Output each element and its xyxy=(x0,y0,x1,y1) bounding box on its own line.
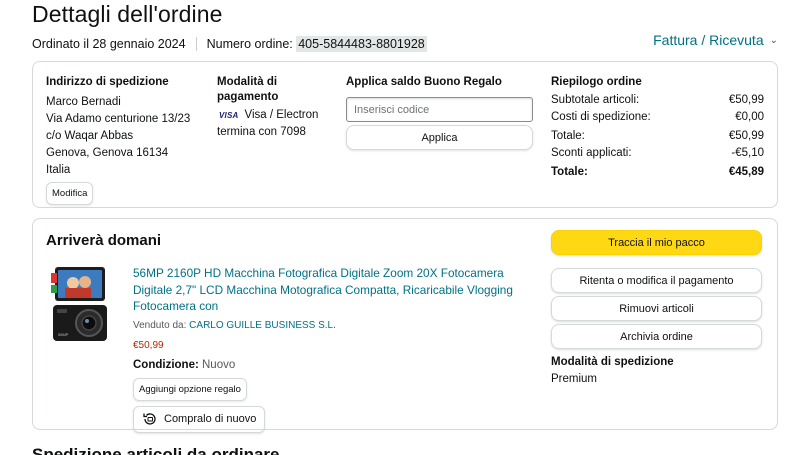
payment-card-line: VISA Visa / Electron xyxy=(217,107,337,124)
meta-divider xyxy=(195,37,197,51)
summary-row-grand-total: Totale: €45,89 xyxy=(551,164,764,181)
seller-line: Venduto da: CARLO GUILLE BUSINESS S.L. xyxy=(133,317,528,334)
address-line: Italia xyxy=(46,164,71,176)
address-block: Marco Bernadi Via Adamo centurione 13/23… xyxy=(46,94,211,179)
payment-method-heading: Modalità di pagamento xyxy=(217,76,279,103)
summary-row-subtotal: Subtotale articoli: €50,99 xyxy=(551,92,764,109)
shipping-method-value: Premium xyxy=(551,373,598,385)
order-date: Ordinato il 28 gennaio 2024 xyxy=(32,37,186,51)
card-type: Visa / Electron xyxy=(244,109,319,121)
order-summary-heading: Riepilogo ordine xyxy=(551,76,642,88)
order-info-card: Indirizzo di spedizione Marco Bernadi Vi… xyxy=(32,61,778,208)
sold-by-label: Venduto da: xyxy=(133,319,187,331)
summary-row-total: Totale: €50,99 xyxy=(551,128,764,145)
product-image[interactable]: 56MP xyxy=(51,265,111,345)
order-number-label: Numero ordine: xyxy=(206,37,293,51)
summary-label: Costi di spedizione: xyxy=(551,111,651,123)
summary-value: €50,99 xyxy=(728,130,764,142)
product-price: €50,99 xyxy=(133,339,164,351)
shipping-method-heading: Modalità di spedizione xyxy=(551,356,674,368)
apply-gift-button[interactable]: Applica xyxy=(346,125,533,150)
summary-value: -€5,10 xyxy=(731,147,764,159)
condition-line: Condizione: Nuovo xyxy=(133,357,528,374)
product-info: 56MP 2160P HD Macchina Fotografica Digit… xyxy=(133,265,528,433)
shipment-card: Arriverà domani 56MP 56MP 2160P HD Macch… xyxy=(32,218,778,433)
buy-again-icon xyxy=(143,413,156,425)
payment-method-section: Modalità di pagamento VISA Visa / Electro… xyxy=(217,75,337,141)
visa-logo-icon: VISA xyxy=(219,111,239,120)
summary-value: €0,00 xyxy=(735,111,764,123)
address-line: Marco Bernadi xyxy=(46,96,121,108)
page-title: Dettagli dell'ordine xyxy=(32,1,223,27)
next-section-heading: Spedizione articoli da ordinare xyxy=(32,445,280,455)
gift-card-heading: Applica saldo Buono Regalo xyxy=(346,76,502,88)
summary-value: €45,89 xyxy=(728,166,764,178)
gift-card-section: Applica saldo Buono Regalo Applica xyxy=(346,75,536,150)
address-line: Via Adamo centurione 13/23 xyxy=(46,113,191,125)
edit-address-button[interactable]: Modifica xyxy=(46,182,94,205)
summary-label: Subtotale articoli: xyxy=(551,94,640,106)
buy-again-label: Compralo di nuovo xyxy=(164,412,257,425)
card-ending: termina con 7098 xyxy=(217,126,306,138)
summary-label: Totale: xyxy=(551,130,585,142)
shipment-actions: Traccia il mio pacco Ritenta o modifica … xyxy=(551,230,762,385)
condition-label: Condizione: xyxy=(133,358,199,371)
buy-again-button[interactable]: Compralo di nuovo xyxy=(133,405,266,433)
invoice-dropdown[interactable]: Fattura / Ricevuta ⌄ xyxy=(653,32,778,48)
summary-row-shipping: Costi di spedizione: €0,00 xyxy=(551,109,764,126)
product-title-link[interactable]: 56MP 2160P HD Macchina Fotografica Digit… xyxy=(133,265,528,315)
address-line: c/o Waqar Abbas xyxy=(46,130,134,142)
address-line: Genova, Genova 16134 xyxy=(46,147,169,159)
svg-text:56MP: 56MP xyxy=(58,332,69,337)
condition-value: Nuovo xyxy=(202,358,236,371)
remove-items-button[interactable]: Rimuovi articoli xyxy=(551,296,762,321)
gift-code-input[interactable] xyxy=(346,97,533,122)
summary-value: €50,99 xyxy=(728,94,764,106)
invoice-link-label[interactable]: Fattura / Ricevuta xyxy=(653,32,764,48)
order-meta: Ordinato il 28 gennaio 2024 Numero ordin… xyxy=(32,36,427,52)
arrival-heading: Arriverà domani xyxy=(46,232,162,249)
order-number: 405-5844483-8801928 xyxy=(296,36,427,52)
track-package-button[interactable]: Traccia il mio pacco xyxy=(551,230,762,255)
seller-link[interactable]: CARLO GUILLE BUSINESS S.L. xyxy=(189,320,336,331)
summary-row-discount: Sconti applicati: -€5,10 xyxy=(551,145,764,162)
chevron-down-icon: ⌄ xyxy=(769,34,778,46)
retry-payment-button[interactable]: Ritenta o modifica il pagamento xyxy=(551,268,762,293)
add-gift-option-button[interactable]: Aggiungi opzione regalo xyxy=(133,377,247,401)
shipping-address-section: Indirizzo di spedizione Marco Bernadi Vi… xyxy=(46,75,211,205)
order-summary-section: Riepilogo ordine Subtotale articoli: €50… xyxy=(551,75,764,181)
shipping-address-heading: Indirizzo di spedizione xyxy=(46,76,169,88)
archive-order-button[interactable]: Archivia ordine xyxy=(551,324,762,349)
summary-label: Sconti applicati: xyxy=(551,147,632,159)
summary-label: Totale: xyxy=(551,166,588,178)
